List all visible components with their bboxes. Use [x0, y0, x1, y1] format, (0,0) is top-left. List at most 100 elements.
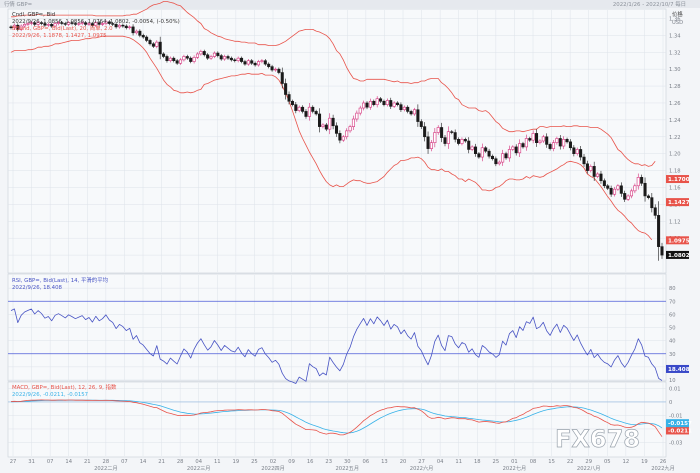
date-tick-15: 09: [288, 459, 295, 465]
candle-body-150: [518, 143, 522, 154]
macd-tick-label-4: -0.03: [669, 440, 682, 446]
date-tick-29: 15: [548, 459, 555, 465]
price-tag-2-label: 1.0975: [668, 238, 690, 244]
date-tick-32: 05: [604, 459, 611, 465]
rsi-tick-label-2: 30: [669, 352, 676, 358]
rsi-legend-line2: 2022/9/26, 18.408: [12, 285, 62, 291]
candle-body-99: [345, 130, 349, 138]
candle-body-153: [528, 138, 532, 141]
date-tick-6: 07: [121, 459, 128, 465]
date-tick-9: 28: [177, 459, 184, 465]
candle-body-42: [151, 43, 155, 47]
rsi-tick-label-3: 40: [669, 339, 676, 345]
candle-body-167: [575, 149, 579, 154]
candle-body-71: [250, 60, 254, 64]
candle-body-104: [362, 102, 366, 109]
candle-body-141: [487, 150, 491, 157]
candle-body-164: [565, 139, 569, 143]
candle-body-165: [568, 141, 572, 149]
price-axis-title: 价格: [672, 10, 683, 18]
candle-body-66: [233, 59, 237, 62]
rsi-tick-label-4: 50: [669, 326, 676, 332]
top-bar-right: 2022/1/26 - 2022/10/7 每日: [613, 0, 686, 8]
month-label-2: 2022四月: [261, 465, 285, 472]
candle-body-45: [162, 53, 166, 57]
candle-body-151: [521, 143, 525, 148]
candle-body-72: [253, 62, 257, 66]
candle-body-133: [460, 139, 464, 144]
rsi-tick-label-6: 70: [669, 299, 676, 305]
candle-body-145: [501, 153, 505, 163]
candle-body-68: [240, 57, 244, 62]
candle-body-110: [382, 100, 386, 105]
candle-body-50: [179, 59, 183, 64]
candle-body-127: [440, 127, 444, 138]
candle-body-181: [623, 193, 627, 200]
date-tick-34: 19: [641, 459, 648, 465]
candle-body-65: [229, 57, 233, 61]
date-tick-11: 11: [214, 459, 221, 465]
month-label-7: 2022九月: [651, 464, 675, 472]
date-tick-30: 22: [567, 459, 574, 465]
candle-body-163: [562, 139, 566, 147]
candle-body-122: [423, 126, 427, 138]
candle-body-170: [585, 163, 589, 171]
date-tick-7: 14: [140, 459, 147, 465]
candle-body-77: [270, 66, 274, 71]
month-label-3: 2022五月: [335, 465, 359, 472]
candle-body-82: [287, 94, 291, 102]
candle-body-144: [497, 161, 501, 165]
price-tick-label-10: 1.28: [669, 84, 681, 90]
macd-tick-label-1: 0: [669, 400, 672, 406]
candle-body-160: [551, 142, 556, 149]
candle-body-142: [490, 155, 494, 160]
date-tick-19: 06: [363, 459, 370, 465]
price-tick-label-13: 1.34: [669, 33, 681, 39]
candle-body-49: [175, 60, 179, 64]
candle-body-98: [341, 136, 345, 141]
date-tick-3: 14: [65, 459, 72, 465]
price-legend-line4: 2022/9/26, 1.1878, 1.1427, 1.0975: [12, 33, 107, 39]
date-tick-13: 25: [251, 459, 258, 465]
candle-body-168: [579, 149, 583, 158]
candle-body-114: [396, 102, 400, 105]
candle-body-96: [334, 125, 339, 134]
month-label-4: 2022六月: [410, 464, 434, 472]
date-tick-20: 13: [381, 459, 388, 465]
date-tick-26: 25: [493, 459, 500, 465]
candle-body-125: [433, 132, 437, 143]
rsi-tag-label: 18.408: [668, 367, 690, 373]
candle-body-34: [124, 25, 128, 29]
candle-body-107: [372, 100, 376, 105]
candle-body-79: [277, 68, 281, 73]
date-tick-12: 19: [233, 459, 240, 465]
month-label-0: 2022二月: [94, 465, 118, 472]
candle-body-188: [646, 195, 650, 198]
candle-body-140: [484, 147, 488, 152]
price-tick-label-9: 1.26: [669, 101, 681, 107]
candle-body-147: [507, 149, 511, 159]
candle-body-185: [636, 177, 640, 187]
candle-body-159: [548, 144, 552, 149]
candle-body-162: [558, 138, 562, 147]
rsi-tick-label-5: 60: [669, 312, 676, 318]
candle-body-75: [263, 60, 267, 65]
price-tick-label-2: 1.12: [669, 219, 681, 225]
candle-body-148: [511, 146, 515, 150]
candle-body-43: [155, 41, 159, 47]
candle-body-128: [443, 137, 447, 144]
candle-body-130: [450, 131, 454, 133]
candle-body-186: [640, 177, 644, 184]
price-tick-label-5: 1.18: [669, 169, 681, 175]
price-axis-unit: USD: [672, 20, 683, 26]
candle-body-85: [297, 106, 301, 111]
candle-body-47: [168, 57, 172, 62]
candle-body-174: [599, 173, 603, 182]
candle-body-36: [131, 26, 135, 34]
date-tick-23: 04: [437, 459, 444, 465]
date-tick-33: 12: [623, 459, 630, 465]
candle-body-83: [290, 100, 294, 105]
candle-body-109: [379, 98, 383, 102]
candle-body-67: [236, 57, 240, 62]
month-label-5: 2022七月: [503, 464, 527, 472]
